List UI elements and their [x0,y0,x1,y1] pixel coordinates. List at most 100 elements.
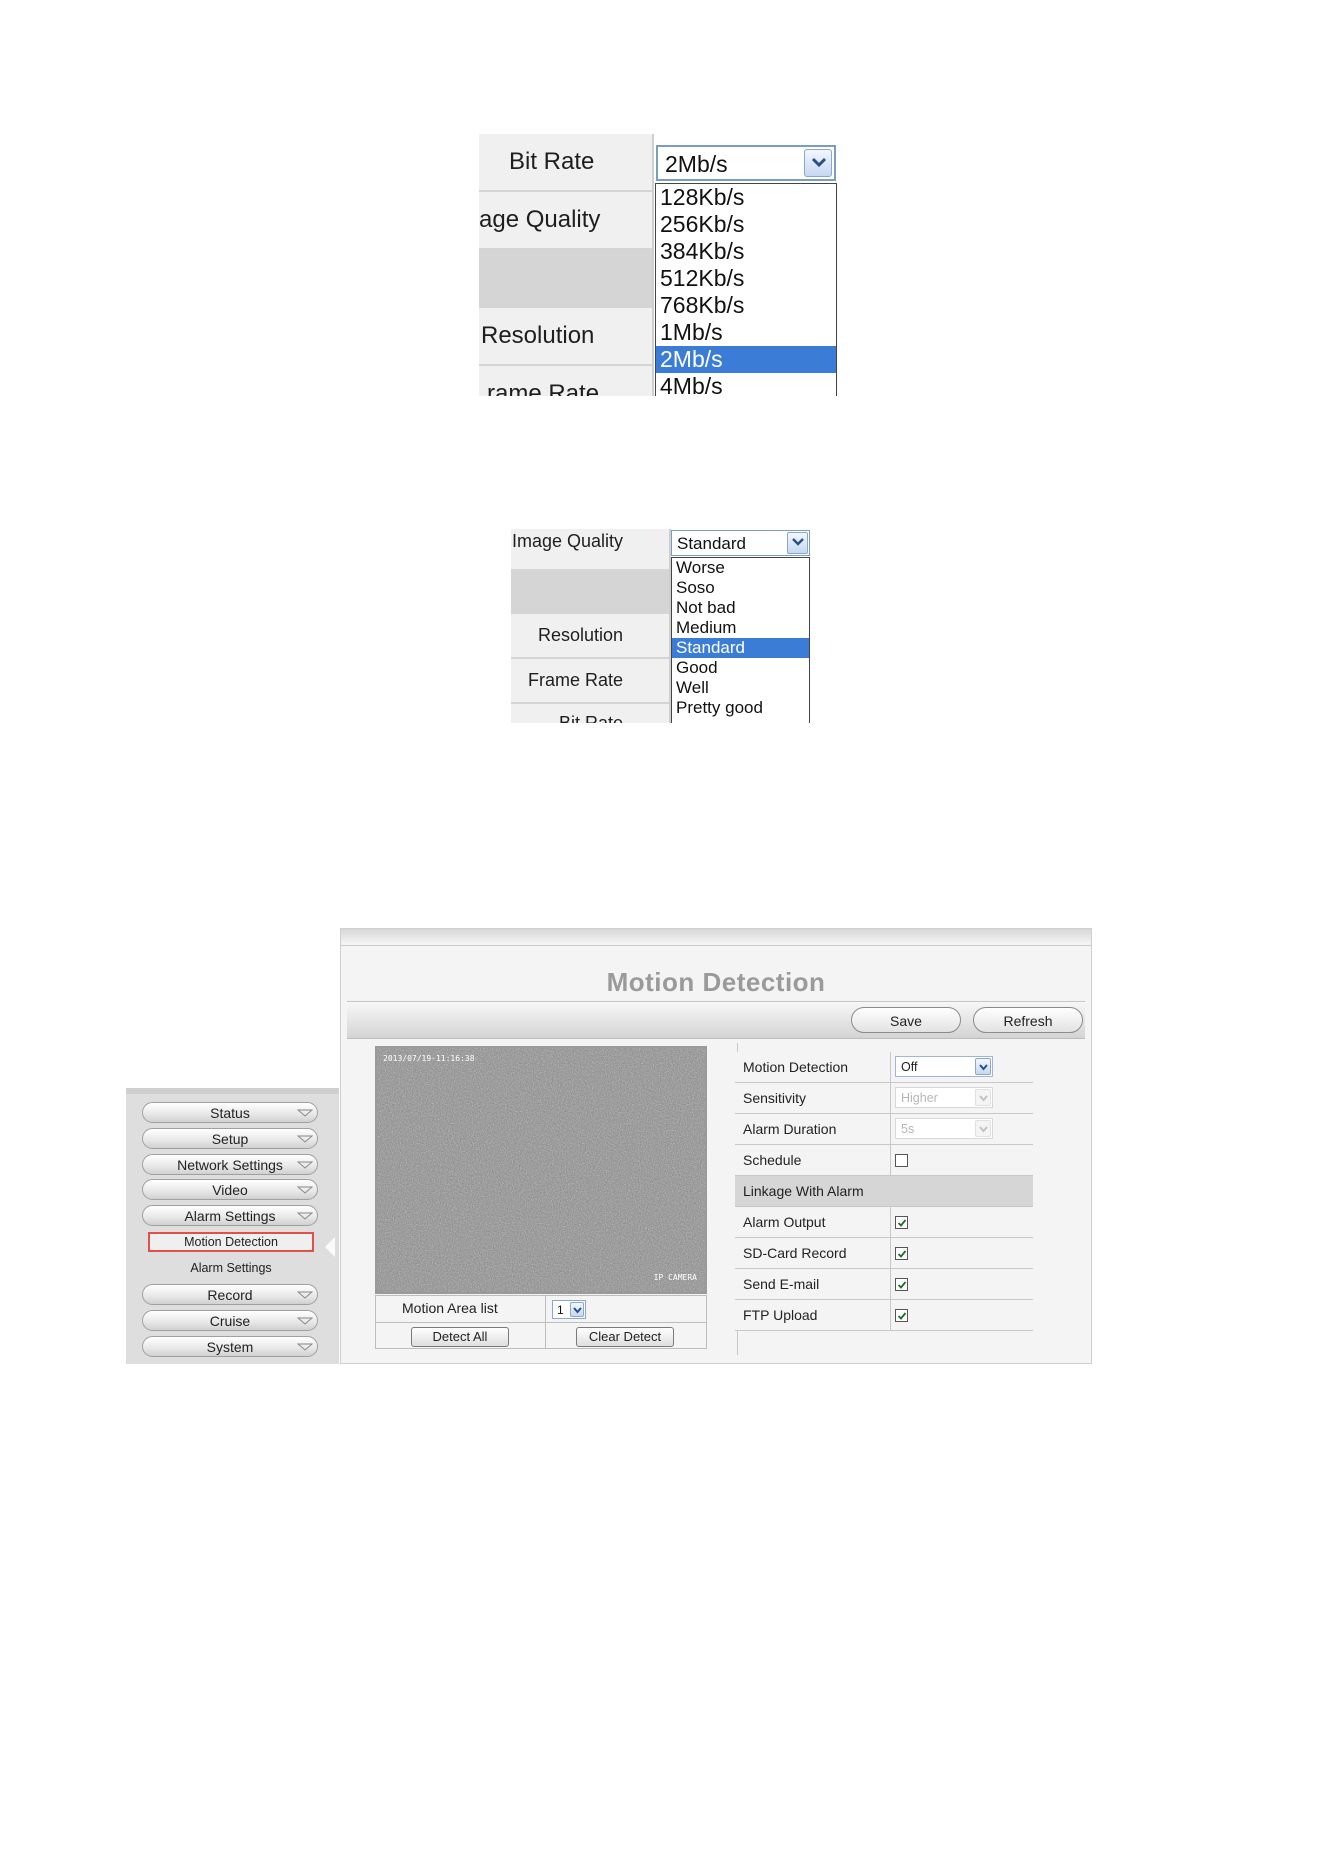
bit-rate-selected-value: 2Mb/s [665,151,728,177]
option-768kbs[interactable]: 768Kb/s [656,292,836,319]
sidebar-top-border [126,1088,339,1094]
label-bit-rate: Bit Rate [509,148,595,175]
ftp-upload-checkbox[interactable] [895,1309,908,1322]
send-email-checkbox[interactable] [895,1278,908,1291]
image-quality-selected-value: Standard [677,534,746,553]
active-pointer-icon [325,1237,335,1257]
row-schedule: Schedule [735,1145,1033,1176]
sidebar-subitem-alarm-settings[interactable]: Alarm Settings [148,1258,314,1278]
option-2mbs[interactable]: 2Mb/s [656,346,836,373]
bit-rate-select[interactable]: 2Mb/s [656,145,836,181]
option-soso[interactable]: Soso [672,578,809,598]
label-cell-frame-rate: Frame Rate [511,659,669,704]
setting-label: Motion Detection [743,1059,849,1075]
sidebar-item-label: Alarm Settings [184,1208,276,1224]
option-worse[interactable]: Worse [672,558,809,578]
sidebar-item-network-settings[interactable]: Network Settings [142,1154,318,1175]
sidebar-item-setup[interactable]: Setup [142,1128,318,1149]
sidebar-item-status[interactable]: Status [142,1102,318,1123]
row-divider [890,1145,891,1175]
sd-card-record-checkbox[interactable] [895,1247,908,1260]
sidebar-item-label: Video [212,1182,248,1198]
chevron-down-icon[interactable] [975,1120,991,1137]
row-divider [890,1114,891,1144]
chevron-down-icon[interactable] [787,532,808,554]
option-4mbs[interactable]: 4Mb/s [656,373,836,396]
chevron-down-icon[interactable] [804,149,832,177]
row-alarm-output: Alarm Output [735,1207,1033,1238]
chevron-down-icon [297,1317,313,1325]
setting-label: Alarm Duration [743,1121,837,1137]
sensitivity-select[interactable]: Higher [895,1087,993,1108]
row-divider [890,1083,891,1113]
option-standard[interactable]: Standard [672,638,809,658]
clear-detect-button[interactable]: Clear Detect [576,1327,674,1347]
label-frame-rate: rame Rate [487,380,600,396]
label-cell-blank [511,569,669,614]
chevron-down-icon[interactable] [975,1089,991,1106]
panel-top-stripe [341,929,1091,946]
detect-all-button[interactable]: Detect All [411,1327,509,1347]
section-header-label: Linkage With Alarm [743,1183,864,1199]
image-quality-options-list[interactable]: Worse Soso Not bad Medium Standard Good … [671,557,810,723]
motion-area-value: 1 [557,1303,564,1317]
label-image-quality: age Quality [479,206,601,233]
main-panel: Motion Detection Save Refresh 2013/07/19… [340,928,1092,1364]
label-resolution: Resolution [538,625,624,645]
refresh-button[interactable]: Refresh [973,1007,1083,1033]
sidebar-item-system[interactable]: System [142,1336,318,1357]
sidebar-subitem-motion-detection[interactable]: Motion Detection [148,1232,314,1252]
option-256kbs[interactable]: 256Kb/s [656,211,836,238]
option-good[interactable]: Good [672,658,809,678]
option-not-bad[interactable]: Not bad [672,598,809,618]
bitrate-dropdown-screenshot: Bit Rate age Quality Resolution rame Rat… [479,134,844,396]
chevron-down-icon [297,1135,313,1143]
label-resolution: Resolution [481,322,595,349]
option-1mbs[interactable]: 1Mb/s [656,319,836,346]
image-quality-select[interactable]: Standard [671,530,810,556]
option-128kbs[interactable]: 128Kb/s [656,184,836,211]
chevron-down-icon [297,1343,313,1351]
toolbar: Save Refresh [347,1002,1085,1039]
setting-label: Schedule [743,1152,802,1168]
motion-area-select[interactable]: 1 [552,1300,586,1319]
setting-label: FTP Upload [743,1307,818,1323]
option-384kbs[interactable]: 384Kb/s [656,238,836,265]
checkmark-icon [897,1250,907,1258]
row-sd-card-record: SD-Card Record [735,1238,1033,1269]
alarm-duration-select[interactable]: 5s [895,1118,993,1139]
alarm-output-checkbox[interactable] [895,1216,908,1229]
sidebar-item-record[interactable]: Record [142,1284,318,1305]
save-button[interactable]: Save [851,1007,961,1033]
row-divider [890,1052,891,1082]
sidebar-item-alarm-settings[interactable]: Alarm Settings [142,1205,318,1226]
label-cell-image-quality: age Quality [479,192,652,250]
motion-area-controls: Motion Area list 1 Detect All Clear Dete… [375,1295,707,1349]
setting-label: Sensitivity [743,1090,807,1106]
option-well[interactable]: Well [672,678,809,698]
row-divider [890,1207,891,1237]
chevron-down-icon[interactable] [570,1302,584,1317]
sidebar-item-label: Network Settings [177,1157,283,1173]
row-divider [890,1269,891,1299]
label-frame-rate: Frame Rate [528,670,624,690]
row-ftp-upload: FTP Upload [735,1300,1033,1331]
chevron-down-icon[interactable] [975,1058,991,1075]
bit-rate-options-list[interactable]: 128Kb/s 256Kb/s 384Kb/s 512Kb/s 768Kb/s … [655,183,837,396]
row-linkage-header: Linkage With Alarm [735,1176,1033,1207]
option-512kbs[interactable]: 512Kb/s [656,265,836,292]
option-pretty-good[interactable]: Pretty good [672,698,809,718]
schedule-checkbox[interactable] [895,1154,908,1167]
label-cell-bit-rate: Bit Rate [511,704,669,723]
label-cell-resolution: Resolution [511,614,669,659]
motion-detection-select[interactable]: Off [895,1056,993,1077]
sidebar-item-video[interactable]: Video [142,1179,318,1200]
label-bit-rate: Bit Rate [559,713,624,723]
sidebar-item-cruise[interactable]: Cruise [142,1310,318,1331]
option-medium[interactable]: Medium [672,618,809,638]
motion-detection-screenshot: Status Setup Network Settings Video Alar… [126,928,1092,1364]
setting-label: Send E-mail [743,1276,820,1292]
chevron-down-icon [297,1186,313,1194]
video-preview[interactable]: 2013/07/19-11:16:38 IP CAMERA [375,1046,707,1294]
video-noise-image [377,1048,705,1292]
